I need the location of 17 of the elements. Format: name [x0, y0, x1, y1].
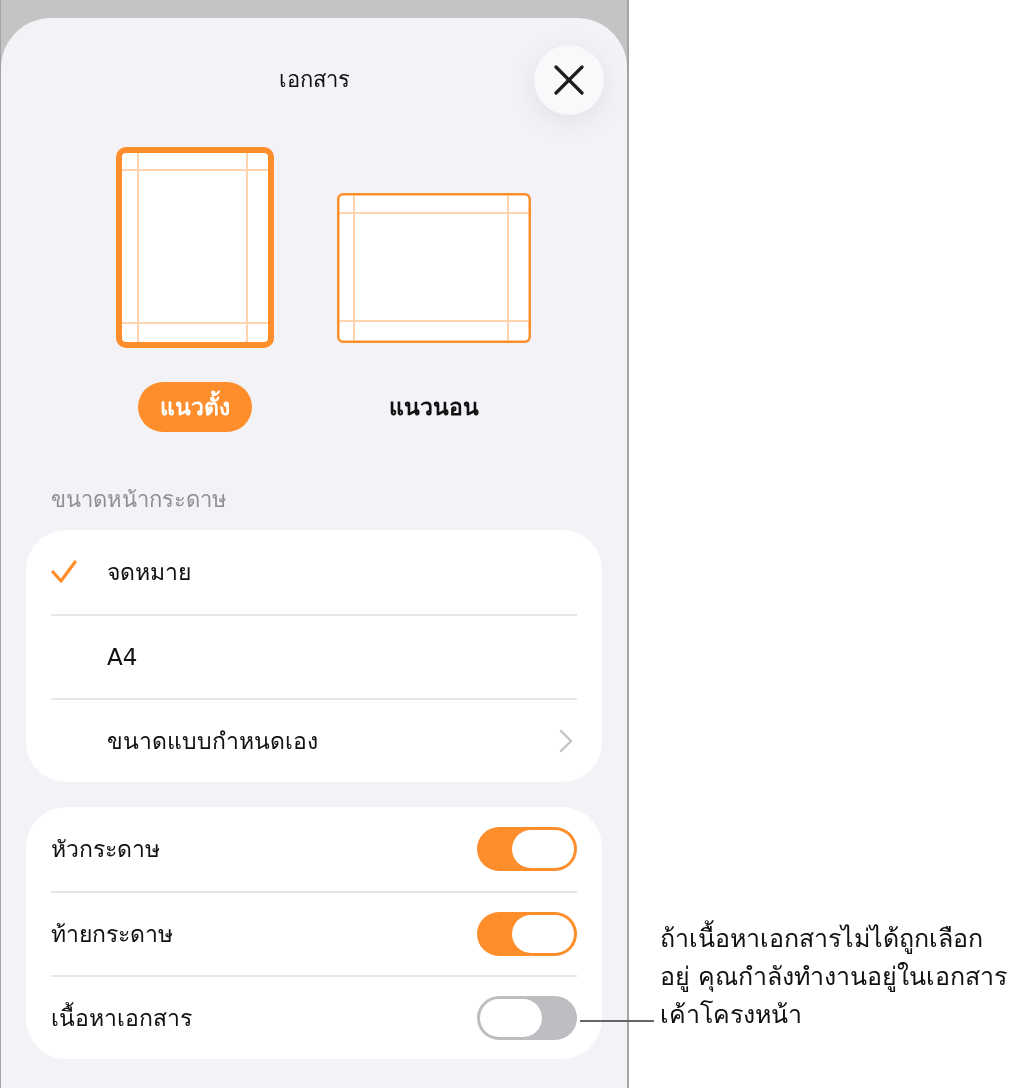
toggle-label: หัวกระดาษ: [51, 835, 160, 864]
landscape-page-drawing[interactable]: [336, 193, 531, 343]
sheet-title: เอกสาร: [278, 66, 350, 94]
paper-size-option[interactable]: ขนาดแบบกำหนดเอง: [51, 698, 577, 782]
toggle-switch[interactable]: [477, 827, 577, 871]
toggle-switch[interactable]: [477, 996, 577, 1040]
portrait-page-drawing[interactable]: [115, 147, 274, 348]
toggle-label: เนื้อหาเอกสาร: [51, 1000, 192, 1036]
paper-size-option[interactable]: จดหมาย: [51, 530, 577, 614]
section-heading: ขนาดหน้ากระดาษ: [51, 486, 228, 514]
paper-size-option[interactable]: A4: [51, 614, 577, 698]
callout-text: ถ้าเนื้อหาเอกสารไม่ได้ถูกเลือก อยู่ คุณกำลังทำงานอยู่ในเอกสาร เค้าโครงหน้า: [660, 920, 1007, 1034]
toggle-switch[interactable]: [477, 912, 577, 956]
close-icon: [554, 65, 584, 95]
toggle-label: ท้ายกระดาษ: [51, 920, 173, 949]
chevron-right-icon: [559, 729, 573, 753]
orientation-option[interactable]: แนวนอน: [366, 382, 501, 432]
